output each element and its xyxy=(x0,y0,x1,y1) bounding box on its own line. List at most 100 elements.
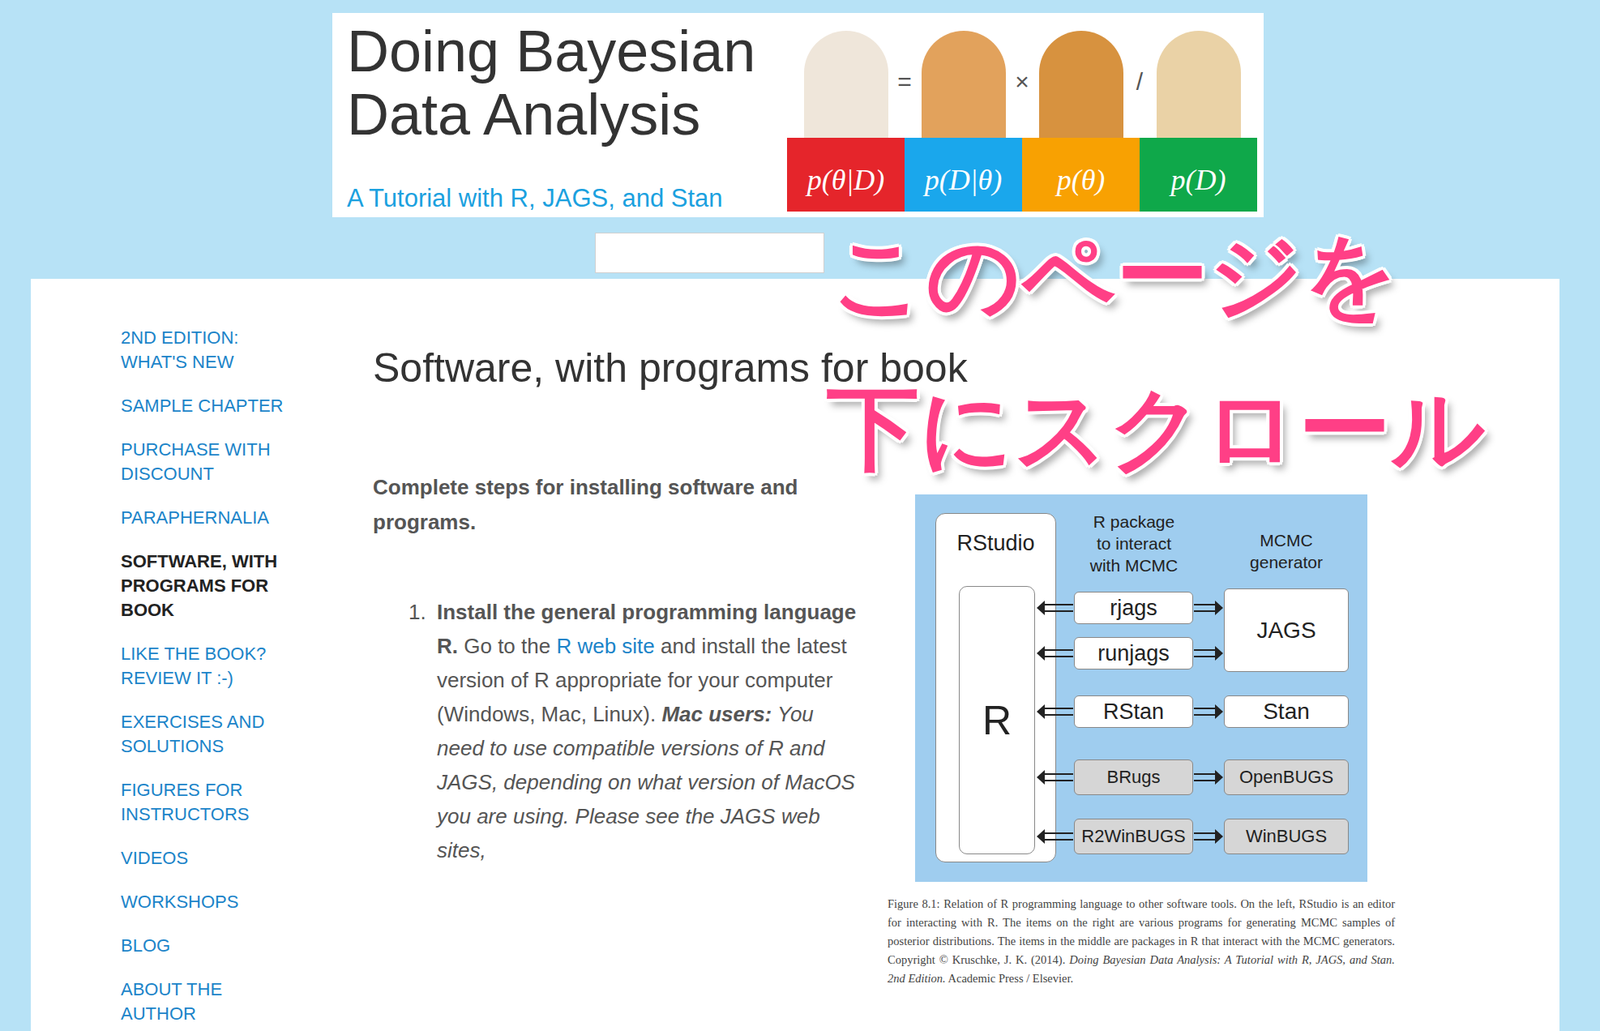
r-web-site-link[interactable]: R web site xyxy=(556,633,655,659)
generator-name: JAGS xyxy=(1256,619,1316,642)
sidebar-item[interactable]: LIKE THE BOOK?REVIEW IT :-) xyxy=(120,641,324,691)
sidebar-item[interactable]: EXERCISES ANDSOLUTIONS xyxy=(120,710,324,759)
sidebar-item-line: SAMPLE CHAPTER xyxy=(120,393,324,419)
package-box: runjags xyxy=(1073,637,1194,670)
package-box: BRugs xyxy=(1073,759,1194,796)
sidebar-item-line: SOLUTIONS xyxy=(120,734,324,759)
banner-title-line: Doing Bayesian xyxy=(346,19,756,83)
generator-name: Stan xyxy=(1262,700,1310,723)
banner-text: Doing BayesianData Analysis A Tutorial wi… xyxy=(332,12,756,218)
bayes-equation: p(θ|D)=p(D|θ)×p(θ)/p(D) xyxy=(787,20,1258,218)
banner-subtitle: A Tutorial with R, JAGS, and Stan xyxy=(346,183,756,214)
right-header-line: MCMC xyxy=(1259,529,1313,552)
steps-list: 1.Install the general programming langua… xyxy=(372,594,857,868)
annotation-line: 下にスクロール xyxy=(826,382,1486,475)
package-name: runjags xyxy=(1097,642,1170,665)
sidebar-item-line: EXERCISES AND xyxy=(120,710,324,735)
dog-photo xyxy=(904,20,1023,138)
figure-column: RStudioRR packageto interactwith MCMCMCM… xyxy=(887,494,1395,989)
sidebar-item[interactable]: SAMPLE CHAPTER xyxy=(120,393,324,419)
sidebar-item-line: INSTRUCTORS xyxy=(120,802,324,827)
annotation-line: このページを xyxy=(831,229,1399,322)
operator: × xyxy=(1010,67,1034,97)
package-name: RStan xyxy=(1103,701,1164,723)
package-box: R2WinBUGS xyxy=(1073,818,1194,855)
sidebar-item[interactable]: PARAPHERNALIA xyxy=(120,505,324,531)
sidebar-item[interactable]: SOFTWARE, WITHPROGRAMS FORBOOK xyxy=(120,549,324,623)
equation-term: p(θ|D)= xyxy=(787,20,905,218)
term-label: p(θ) xyxy=(1056,165,1106,195)
sidebar-item-line: PROGRAMS FOR xyxy=(120,573,324,599)
term-box: p(D) xyxy=(1139,137,1258,212)
sidebar-item-line: FIGURES FOR xyxy=(120,778,324,803)
sidebar-item[interactable]: FIGURES FORINSTRUCTORS xyxy=(120,778,324,827)
sidebar-item[interactable]: BLOG xyxy=(120,933,324,959)
middle-header-line: R package xyxy=(1093,510,1175,533)
r-box: R xyxy=(958,586,1036,855)
dog-icon xyxy=(921,30,1006,138)
operator: = xyxy=(893,67,916,97)
sidebar-item[interactable]: PURCHASE WITHDISCOUNT xyxy=(120,437,324,487)
generator-box: JAGS xyxy=(1223,588,1349,672)
term-label: p(D|θ) xyxy=(924,165,1003,195)
caption-segment: Academic Press / Elsevier. xyxy=(945,971,1074,985)
page: Doing BayesianData Analysis A Tutorial wi… xyxy=(0,0,1600,1031)
sidebar-item-line: REVIEW IT :-) xyxy=(120,666,324,691)
sidebar-item[interactable]: WORKSHOPS xyxy=(120,889,324,915)
step-text-segment: Go to the xyxy=(457,633,557,659)
dog-photo xyxy=(1139,20,1258,138)
sidebar-item-line: VIDEOS xyxy=(120,846,324,871)
generator-box: OpenBUGS xyxy=(1223,759,1349,796)
arrows-icon xyxy=(915,494,1368,882)
step: 1.Install the general programming langua… xyxy=(372,594,857,868)
sidebar-item-line: SOFTWARE, WITH xyxy=(120,549,324,574)
step-text-segment: Mac users: xyxy=(661,701,772,727)
package-name: R2WinBUGS xyxy=(1081,827,1186,846)
banner-title-line: Data Analysis xyxy=(346,82,756,146)
right-header-line: generator xyxy=(1249,551,1323,574)
sidebar-item-line: 2ND EDITION: xyxy=(120,325,324,351)
content-row: Complete steps for installing software a… xyxy=(372,392,1403,989)
package-box: rjags xyxy=(1073,591,1194,625)
search-input[interactable] xyxy=(594,232,825,274)
banner: Doing BayesianData Analysis A Tutorial wi… xyxy=(332,12,1264,218)
equation-term: p(θ)/ xyxy=(1022,20,1140,218)
sidebar-item[interactable]: ABOUT THEAUTHOR xyxy=(120,977,324,1027)
sidebar-item-line: PURCHASE WITH xyxy=(120,437,324,463)
generator-box: WinBUGS xyxy=(1223,818,1349,855)
generator-name: OpenBUGS xyxy=(1239,768,1334,787)
term-box: p(θ|D) xyxy=(787,137,905,212)
step-number: 1. xyxy=(372,594,437,868)
middle-header-line: to interact xyxy=(1096,532,1172,555)
sidebar-item-line: WORKSHOPS xyxy=(120,889,324,915)
step-text: Install the general programming language… xyxy=(436,594,857,868)
term-label: p(θ|D) xyxy=(807,165,886,195)
sidebar-item-line: DISCOUNT xyxy=(120,462,324,487)
sidebar-item-line: PARAPHERNALIA xyxy=(120,505,324,531)
sidebar-item-line: ABOUT THE xyxy=(120,977,324,1002)
sidebar-item-line: LIKE THE BOOK? xyxy=(120,641,324,667)
term-box: p(D|θ) xyxy=(904,137,1023,212)
text-column: Complete steps for installing software a… xyxy=(372,392,857,989)
package-name: rjags xyxy=(1109,597,1158,620)
dog-icon xyxy=(1039,30,1124,138)
sidebar-item-line: BOOK xyxy=(120,598,324,623)
intro: Complete steps for installing software a… xyxy=(372,470,857,540)
middle-header-line: with MCMC xyxy=(1090,554,1179,577)
right-header: MCMCgenerator xyxy=(1223,529,1349,574)
middle-header: R packageto interactwith MCMC xyxy=(1072,510,1196,577)
equation-term: p(D) xyxy=(1139,20,1258,218)
r-label: R xyxy=(982,700,1012,741)
sidebar-item-line: AUTHOR xyxy=(120,1001,324,1027)
diagram: RStudioRR packageto interactwith MCMCMCM… xyxy=(915,494,1368,882)
term-box: p(θ) xyxy=(1022,137,1140,212)
sidebar-item[interactable]: 2ND EDITION:WHAT'S NEW xyxy=(120,325,324,375)
generator-box: Stan xyxy=(1223,695,1349,728)
figure-caption: Figure 8.1: Relation of R programming la… xyxy=(887,894,1395,989)
operator: / xyxy=(1128,67,1151,97)
sidebar-item-line: WHAT'S NEW xyxy=(120,350,324,375)
package-name: BRugs xyxy=(1106,768,1160,787)
package-box: RStan xyxy=(1073,695,1194,728)
sidebar-item[interactable]: VIDEOS xyxy=(120,846,324,871)
dog-icon xyxy=(804,30,889,138)
